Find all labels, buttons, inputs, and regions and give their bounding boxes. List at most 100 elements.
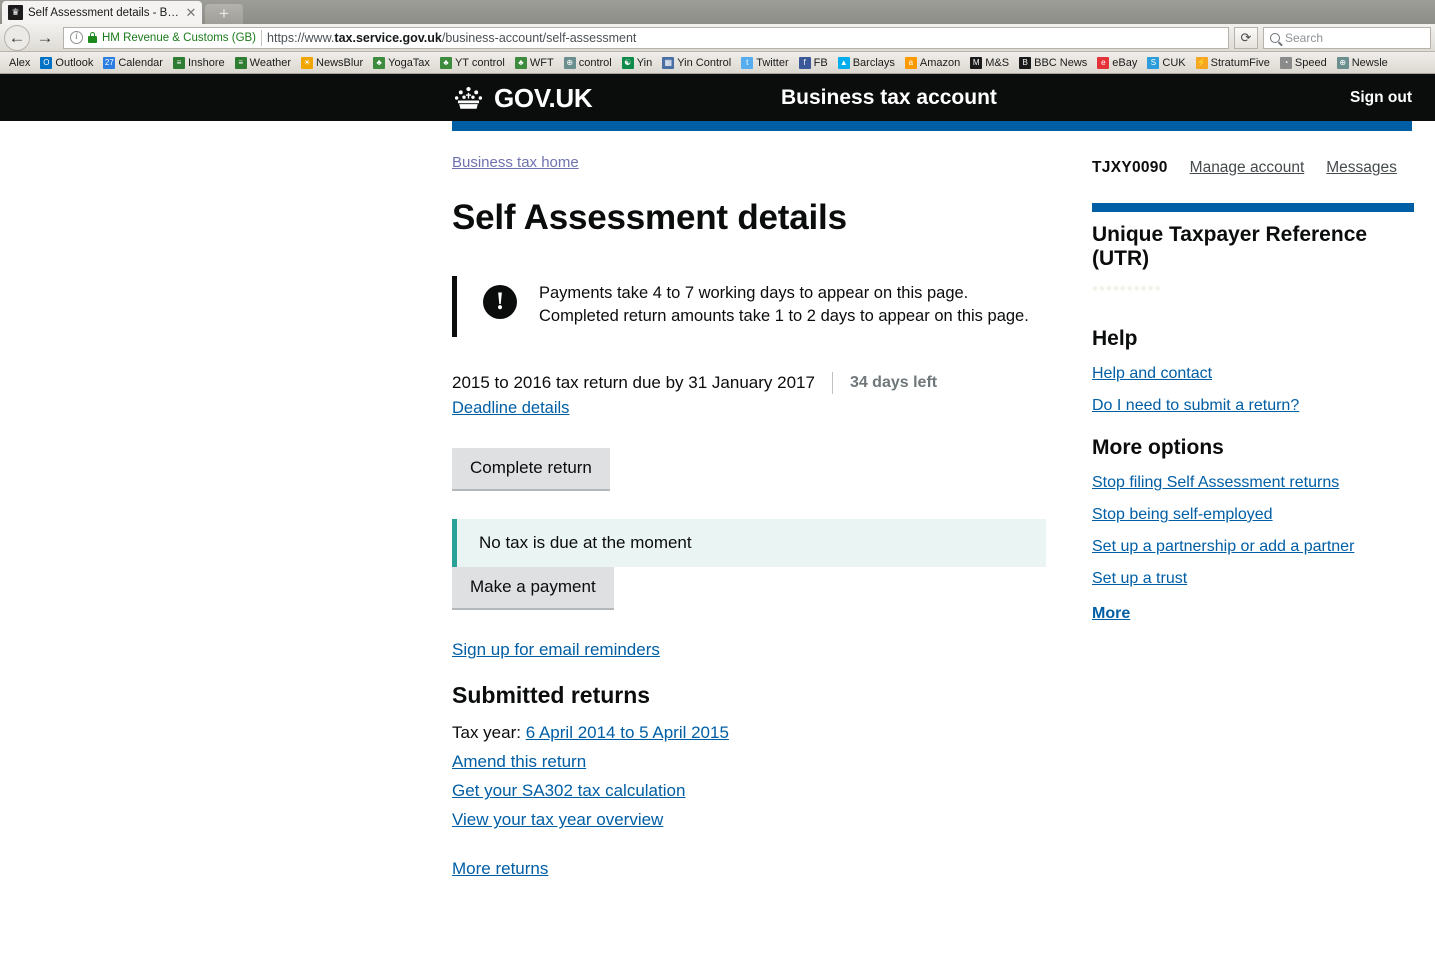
- set-up-partnership-link[interactable]: Set up a partnership or add a partner: [1092, 538, 1414, 556]
- close-icon[interactable]: ✕: [184, 5, 198, 20]
- new-tab-button[interactable]: +: [205, 4, 243, 24]
- bookmark-weather[interactable]: ≡ Weather: [230, 54, 296, 72]
- amend-return-link[interactable]: Amend this return: [452, 752, 586, 771]
- bookmark-ebay[interactable]: e eBay: [1092, 54, 1142, 72]
- bookmark-alex[interactable]: Alex: [4, 54, 35, 72]
- address-bar[interactable]: i HM Revenue & Customs (GB) https://www.…: [63, 26, 1229, 49]
- page: GOV.UK Business tax account Sign out Bus…: [0, 74, 1435, 974]
- account-id: TJXY0090: [1092, 159, 1168, 176]
- bookmark-wft[interactable]: ♣ WFT: [510, 54, 559, 72]
- email-reminders-link[interactable]: Sign up for email reminders: [452, 640, 660, 660]
- bookmark-label: eBay: [1112, 56, 1138, 69]
- bookmark-label: YogaTax: [388, 56, 430, 69]
- bookmark-label: Calendar: [118, 56, 163, 69]
- do-i-need-to-submit-link[interactable]: Do I need to submit a return?: [1092, 397, 1414, 415]
- twitter-icon: t: [741, 56, 754, 69]
- govuk-crown-favicon: ♛: [8, 5, 23, 20]
- url-path: /business-account/self-assessment: [441, 30, 637, 45]
- bookmark-fb[interactable]: f FB: [794, 54, 833, 72]
- bookmark-yt-control[interactable]: ♣ YT control: [435, 54, 510, 72]
- back-icon[interactable]: ←: [4, 24, 30, 51]
- page-info-icon[interactable]: i: [70, 31, 83, 44]
- make-payment-button[interactable]: Make a payment: [452, 567, 614, 611]
- breadcrumb-business-tax-home[interactable]: Business tax home: [452, 154, 579, 171]
- search-input[interactable]: Search: [1263, 26, 1431, 49]
- bookmark-m-s[interactable]: M M&S: [965, 54, 1014, 72]
- bookmark-outlook[interactable]: O Outlook: [35, 54, 98, 72]
- tax-year-label: Tax year:: [452, 723, 521, 743]
- bookmark-label: StratumFive: [1210, 56, 1270, 69]
- stop-filing-link[interactable]: Stop filing Self Assessment returns: [1092, 474, 1414, 492]
- globe-icon: ⊕: [563, 56, 576, 69]
- header-underline: [0, 121, 1435, 131]
- search-placeholder: Search: [1285, 30, 1324, 45]
- divider: [831, 372, 833, 395]
- stop-self-employed-link[interactable]: Stop being self-employed: [1092, 506, 1414, 524]
- messages-link[interactable]: Messages: [1326, 159, 1397, 177]
- sign-out-link[interactable]: Sign out: [1350, 89, 1412, 107]
- manage-account-link[interactable]: Manage account: [1190, 159, 1305, 177]
- url-text: https://www.tax.service.gov.uk/business-…: [267, 31, 636, 45]
- tree-icon: ♣: [514, 56, 527, 69]
- more-returns-link[interactable]: More returns: [452, 859, 548, 879]
- amazon-icon: a: [904, 56, 917, 69]
- tax-year-link[interactable]: 6 April 2014 to 5 April 2015: [526, 723, 729, 742]
- bookmark-cuk[interactable]: S CUK: [1142, 54, 1190, 72]
- complete-return-button[interactable]: Complete return: [452, 448, 610, 492]
- bookmark-label: control: [578, 56, 612, 69]
- bookmark-yin-control[interactable]: ▦ Yin Control: [657, 54, 736, 72]
- bookmark-bbc-news[interactable]: B BBC News: [1014, 54, 1092, 72]
- chart-icon: ≡: [234, 56, 247, 69]
- bookmark-yogatax[interactable]: ♣ YogaTax: [368, 54, 435, 72]
- bookmark-barclays[interactable]: ▲ Barclays: [833, 54, 900, 72]
- return-link-row: View your tax year overview: [452, 810, 1052, 830]
- bookmark-calendar[interactable]: 27 Calendar: [98, 54, 168, 72]
- facebook-icon: f: [798, 56, 811, 69]
- globe-icon: ⊕: [1336, 56, 1349, 69]
- bookmark-label: Speed: [1294, 56, 1327, 69]
- reload-icon[interactable]: ⟳: [1234, 26, 1258, 49]
- site-identity-label: HM Revenue & Customs (GB): [102, 31, 257, 44]
- utr-value: ••••••••••: [1092, 279, 1162, 298]
- bookmark-newsle[interactable]: ⊕ Newsle: [1332, 54, 1393, 72]
- browser-tab[interactable]: ♛ Self Assessment details - Busi... ✕: [2, 1, 202, 24]
- bookmark-speed[interactable]: ◔ Speed: [1275, 54, 1332, 72]
- forward-icon[interactable]: →: [32, 25, 58, 51]
- bolt-icon: ⚡: [1195, 56, 1208, 69]
- page-title: Self Assessment details: [452, 198, 847, 237]
- tax-year-overview-link[interactable]: View your tax year overview: [452, 810, 663, 829]
- navigation-bar: ← → i HM Revenue & Customs (GB) https://…: [0, 24, 1435, 52]
- set-up-trust-link[interactable]: Set up a trust: [1092, 570, 1414, 588]
- browser-chrome: ♛ Self Assessment details - Busi... ✕ + …: [0, 0, 1435, 74]
- account-bar: TJXY0090 Manage account Messages: [1092, 159, 1414, 177]
- deadline-row: 2015 to 2016 tax return due by 31 Januar…: [452, 372, 1052, 395]
- url-prefix: https://www.: [267, 30, 335, 45]
- bookmark-amazon[interactable]: a Amazon: [900, 54, 965, 72]
- bookmark-twitter[interactable]: t Twitter: [736, 54, 793, 72]
- content-area: Business tax home Self Assessment detail…: [0, 131, 1435, 974]
- bookmark-label: Twitter: [756, 56, 789, 69]
- more-link[interactable]: More: [1092, 605, 1414, 623]
- info-panel: ! Payments take 4 to 7 working days to a…: [452, 275, 1052, 338]
- bookmark-newsblur[interactable]: ☀ NewsBlur: [296, 54, 368, 72]
- tree-icon: ♣: [439, 56, 452, 69]
- bookmark-control[interactable]: ⊕ control: [559, 54, 617, 72]
- no-tax-notice: No tax is due at the moment: [452, 519, 1052, 568]
- bookmark-stratumfive[interactable]: ⚡ StratumFive: [1191, 54, 1275, 72]
- deadline-details-link[interactable]: Deadline details: [452, 399, 569, 418]
- url-domain: tax.service.gov.uk: [334, 30, 442, 45]
- bookmark-label: Weather: [249, 56, 292, 69]
- bookmark-label: YT control: [454, 56, 505, 69]
- bookmark-inshore[interactable]: ≡ Inshore: [168, 54, 230, 72]
- bookmark-yin[interactable]: ☯ Yin: [617, 54, 658, 72]
- bookmark-label: Newsle: [1351, 56, 1388, 69]
- more-options-title: More options: [1092, 436, 1224, 459]
- submitted-returns-title: Submitted returns: [452, 682, 651, 709]
- info-panel-text: Payments take 4 to 7 working days to app…: [539, 282, 1029, 330]
- sa302-link[interactable]: Get your SA302 tax calculation: [452, 781, 685, 800]
- bookmark-label: BBC News: [1034, 56, 1088, 69]
- govuk-logo[interactable]: GOV.UK: [452, 85, 593, 111]
- bookmark-label: CUK: [1162, 56, 1186, 69]
- info-line-2: Completed return amounts take 1 to 2 day…: [539, 307, 1029, 326]
- help-and-contact-link[interactable]: Help and contact: [1092, 365, 1414, 383]
